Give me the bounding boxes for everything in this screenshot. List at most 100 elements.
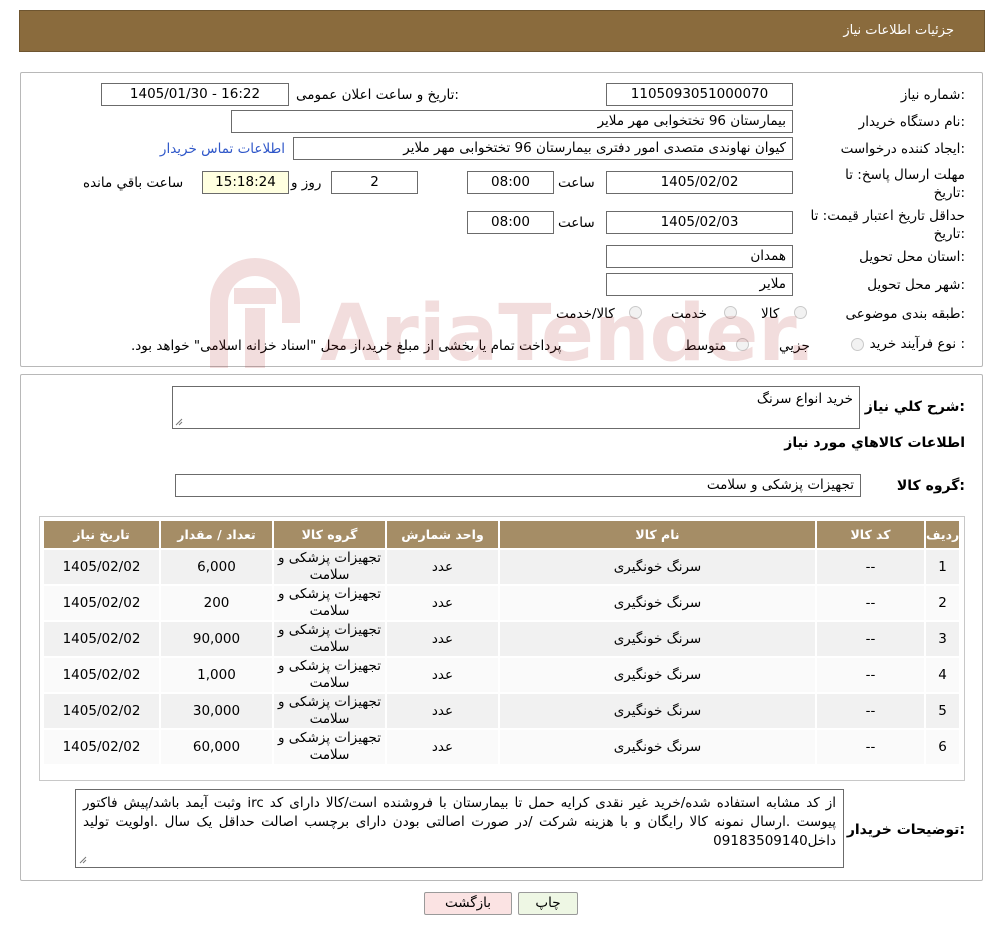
- cell-need-date: 1405/02/02: [44, 730, 159, 764]
- buyer-org-field: بیمارستان 96 تختخوابی مهر ملایر: [231, 110, 793, 133]
- cell-goods-code: --: [817, 694, 924, 728]
- cell-goods-code: --: [817, 730, 924, 764]
- province-label: استان محل تحویل:: [859, 249, 965, 265]
- col-goods-code: کد کالا: [817, 521, 924, 548]
- province-field: همدان: [606, 245, 793, 268]
- cell-goods-group: تجهیزات پزشکی و سلامت: [274, 730, 385, 764]
- price-time-field: 08:00: [467, 211, 554, 234]
- city-field: ملایر: [606, 273, 793, 296]
- cell-need-date: 1405/02/02: [44, 694, 159, 728]
- cell-row-number: 2: [926, 586, 960, 620]
- process-note: پرداخت تمام یا بخشی از مبلغ خرید،از محل …: [131, 338, 562, 354]
- category-goods-service-radio[interactable]: [629, 306, 642, 319]
- table-row: 4 -- سرنگ خونگیری عدد تجهیزات پزشکی و سلامت 1…: [44, 658, 960, 692]
- table-row: 1 -- سرنگ خونگیری عدد تجهیزات پزشکی و سلامت 6…: [44, 550, 960, 584]
- buyer-contact-link[interactable]: اطلاعات تماس خریدار: [160, 141, 285, 157]
- category-service-radio[interactable]: [724, 306, 737, 319]
- page-title: جزئیات اطلاعات نیاز: [843, 23, 954, 38]
- cell-unit: عدد: [387, 658, 498, 692]
- cell-goods-name: سرنگ خونگیری: [500, 694, 815, 728]
- announce-label: تاریخ و ساعت اعلان عمومی:: [296, 87, 459, 103]
- page-header: جزئیات اطلاعات نیاز: [19, 10, 985, 52]
- buyer-notes-field: از کد مشابه استفاده شده/خرید غیر نقدی کر…: [75, 789, 844, 868]
- table-header-row: ردیف کد کالا نام کالا واحد شمارش گروه کا…: [44, 521, 960, 548]
- price-validity-label: حداقل تاریخ اعتبار قیمت: تا تاریخ:: [810, 208, 965, 242]
- col-row-number: ردیف: [926, 521, 960, 548]
- remaining-time-label: ساعت باقي مانده: [83, 175, 184, 191]
- cell-goods-group: تجهیزات پزشکی و سلامت: [274, 586, 385, 620]
- goods-table-container: ردیف کد کالا نام کالا واحد شمارش گروه کا…: [39, 516, 965, 781]
- cell-quantity: 6,000: [161, 550, 272, 584]
- cell-row-number: 1: [926, 550, 960, 584]
- cell-quantity: 30,000: [161, 694, 272, 728]
- goods-info-title: اطلاعات کالاهاي مورد نیاز: [784, 435, 965, 451]
- category-goods-service-label: کالا/خدمت: [556, 306, 615, 322]
- cell-need-date: 1405/02/02: [44, 622, 159, 656]
- cell-goods-name: سرنگ خونگیری: [500, 586, 815, 620]
- need-number-label: شماره نیاز:: [900, 87, 965, 103]
- reply-date-field: 1405/02/02: [606, 171, 793, 194]
- process-minor-label: جزیي: [779, 338, 810, 354]
- cell-unit: عدد: [387, 622, 498, 656]
- cell-goods-name: سرنگ خونگیری: [500, 658, 815, 692]
- cell-goods-code: --: [817, 550, 924, 584]
- requester-field: کیوان نهاوندی متصدی امور دفتری بیمارستان…: [293, 137, 793, 160]
- reply-deadline-label: مهلت ارسال پاسخ: تا تاریخ:: [845, 167, 965, 201]
- table-row: 3 -- سرنگ خونگیری عدد تجهیزات پزشکی و سلامت 9…: [44, 622, 960, 656]
- cell-need-date: 1405/02/02: [44, 658, 159, 692]
- cell-goods-name: سرنگ خونگیری: [500, 622, 815, 656]
- need-number-field: 1105093051000070: [606, 83, 793, 106]
- table-row: 2 -- سرنگ خونگیری عدد تجهیزات پزشکی و سلامت 2…: [44, 586, 960, 620]
- cell-goods-code: --: [817, 622, 924, 656]
- process-medium-radio[interactable]: [736, 338, 749, 351]
- cell-quantity: 90,000: [161, 622, 272, 656]
- process-label: نوع فرآیند خرید :: [869, 336, 965, 352]
- goods-table: ردیف کد کالا نام کالا واحد شمارش گروه کا…: [42, 519, 961, 766]
- col-goods-group: گروه کالا: [274, 521, 385, 548]
- table-row: 6 -- سرنگ خونگیری عدد تجهیزات پزشکی و سلامت 6…: [44, 730, 960, 764]
- cell-goods-name: سرنگ خونگیری: [500, 550, 815, 584]
- announce-field: 1405/01/30 - 16:22: [101, 83, 289, 106]
- goods-group-field: تجهیزات پزشکی و سلامت: [175, 474, 861, 497]
- cell-goods-group: تجهیزات پزشکی و سلامت: [274, 694, 385, 728]
- cell-row-number: 6: [926, 730, 960, 764]
- cell-unit: عدد: [387, 694, 498, 728]
- price-time-label: ساعت: [558, 215, 595, 231]
- category-goods-radio[interactable]: [794, 306, 807, 319]
- summary-field: خرید انواع سرنگ: [172, 386, 860, 429]
- cell-quantity: 200: [161, 586, 272, 620]
- cell-row-number: 5: [926, 694, 960, 728]
- cell-unit: عدد: [387, 586, 498, 620]
- process-medium-label: متوسط: [684, 338, 727, 354]
- cell-unit: عدد: [387, 550, 498, 584]
- cell-quantity: 1,000: [161, 658, 272, 692]
- col-unit: واحد شمارش: [387, 521, 498, 548]
- city-label: شهر محل تحویل:: [867, 277, 965, 293]
- reply-time-label: ساعت: [558, 175, 595, 191]
- cell-goods-name: سرنگ خونگیری: [500, 730, 815, 764]
- cell-row-number: 3: [926, 622, 960, 656]
- col-goods-name: نام کالا: [500, 521, 815, 548]
- cell-need-date: 1405/02/02: [44, 550, 159, 584]
- remaining-time-field: 15:18:24: [202, 171, 289, 194]
- summary-label: شرح کلي نیاز:: [864, 399, 965, 415]
- cell-goods-code: --: [817, 658, 924, 692]
- print-button[interactable]: چاپ: [518, 892, 578, 915]
- goods-group-label: گروه کالا:: [896, 478, 965, 494]
- days-label: روز و: [291, 175, 322, 191]
- cell-unit: عدد: [387, 730, 498, 764]
- cell-goods-code: --: [817, 586, 924, 620]
- reply-time-field: 08:00: [467, 171, 554, 194]
- cell-need-date: 1405/02/02: [44, 586, 159, 620]
- process-minor-radio[interactable]: [851, 338, 864, 351]
- col-quantity: تعداد / مقدار: [161, 521, 272, 548]
- table-row: 5 -- سرنگ خونگیری عدد تجهیزات پزشکی و سلامت 3…: [44, 694, 960, 728]
- notes-label: توضیحات خریدار:: [846, 822, 965, 838]
- need-info-panel: شماره نیاز: 1105093051000070 تاریخ و ساع…: [20, 72, 983, 367]
- category-service-label: خدمت: [671, 306, 707, 322]
- resize-handle-icon[interactable]: [175, 418, 183, 426]
- resize-handle-icon[interactable]: [79, 856, 87, 864]
- cell-goods-group: تجهیزات پزشکی و سلامت: [274, 622, 385, 656]
- back-button[interactable]: بازگشت: [424, 892, 512, 915]
- buyer-org-label: نام دستگاه خریدار:: [858, 114, 965, 130]
